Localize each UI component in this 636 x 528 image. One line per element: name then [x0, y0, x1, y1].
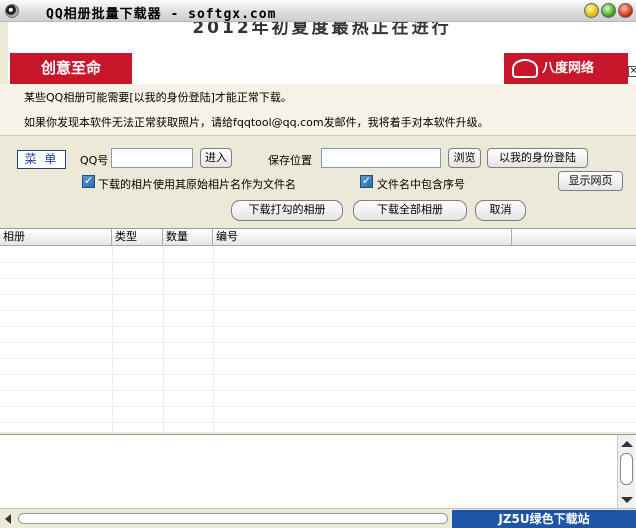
column-header-id[interactable]: 编号	[213, 229, 512, 246]
save-location-input[interactable]	[321, 148, 441, 168]
ad-right-label: 八度网络	[542, 61, 595, 76]
download-checked-button[interactable]: 下载打勾的相册	[231, 200, 343, 221]
window-title: QQ相册批量下载器 - softgx.com	[46, 7, 277, 22]
enter-button[interactable]: 进入	[200, 148, 232, 168]
column-header-count[interactable]: 数量	[163, 229, 213, 246]
grid-line	[0, 342, 636, 343]
close-button[interactable]	[618, 3, 633, 18]
ad-close-icon[interactable]: ×	[628, 66, 636, 77]
scroll-track[interactable]	[18, 513, 448, 524]
horizontal-scrollbar[interactable]: JZ5U绿色下载站www.jz5u.com	[0, 508, 636, 528]
show-page-button[interactable]: 显示网页	[558, 171, 623, 191]
original-name-label: 下载的相片使用其原始相片名作为文件名	[98, 178, 296, 191]
grid-line	[0, 358, 636, 359]
notice-panel: 某些QQ相册可能需要[以我的身份登陆]才能正常下载。 如果你发现本软件无法正常获…	[0, 84, 636, 136]
grid-line	[0, 278, 636, 279]
ad-logo-icon	[512, 59, 538, 78]
scroll-thumb[interactable]	[620, 453, 633, 485]
grid-line	[0, 262, 636, 263]
grid-line	[163, 246, 164, 433]
ad-right[interactable]: 八度网络	[504, 53, 628, 84]
login-button[interactable]: 以我的身份登陆	[487, 148, 588, 168]
scroll-up-icon[interactable]	[621, 441, 633, 447]
original-name-checkbox[interactable]	[82, 174, 95, 188]
grid-line	[112, 246, 113, 433]
column-header-album[interactable]: 相册	[0, 229, 112, 246]
grid-line	[0, 294, 636, 295]
column-header-type[interactable]: 类型	[112, 229, 163, 246]
app-icon[interactable]	[5, 4, 19, 18]
grid-line	[0, 406, 636, 407]
sequence-checkbox[interactable]	[360, 174, 373, 188]
grid-line	[0, 422, 636, 423]
album-table[interactable]: 相册 类型 数量 编号	[0, 228, 636, 433]
notice-line-2: 如果你发现本软件无法正常获取照片，请给fqqtool@qq.com发邮件，我将着…	[24, 116, 489, 129]
cancel-button[interactable]: 取消	[475, 200, 526, 221]
scroll-down-icon[interactable]	[621, 497, 633, 503]
menu-button[interactable]: 菜 单	[17, 150, 66, 169]
notice-line-1: 某些QQ相册可能需要[以我的身份登陆]才能正常下载。	[24, 91, 292, 104]
minimize-button[interactable]	[584, 3, 599, 18]
log-area[interactable]	[0, 434, 636, 509]
watermark: JZ5U绿色下载站www.jz5u.com	[452, 510, 636, 528]
grid-line	[0, 390, 636, 391]
grid-line	[0, 326, 636, 327]
ad-banner[interactable]: 2012年初夏度最热正在进行 创意至命 八度网络 ×	[8, 22, 636, 84]
scroll-left-icon[interactable]	[5, 514, 11, 524]
save-location-label: 保存位置	[268, 154, 312, 167]
grid-line	[0, 374, 636, 375]
sequence-label: 文件名中包含序号	[377, 178, 465, 191]
vertical-scrollbar[interactable]	[617, 435, 635, 509]
table-header: 相册 类型 数量 编号	[0, 229, 636, 246]
grid-line	[0, 310, 636, 311]
browse-button[interactable]: 浏览	[448, 148, 481, 168]
title-bar: QQ相册批量下载器 - softgx.com	[0, 0, 636, 22]
qq-label: QQ号	[80, 154, 109, 167]
banner-headline: 2012年初夏度最热正在进行	[192, 22, 452, 38]
qq-input[interactable]	[111, 148, 193, 168]
maximize-button[interactable]	[601, 3, 616, 18]
ad-left[interactable]: 创意至命	[10, 53, 132, 84]
download-all-button[interactable]: 下载全部相册	[353, 200, 467, 221]
grid-line	[213, 246, 214, 433]
